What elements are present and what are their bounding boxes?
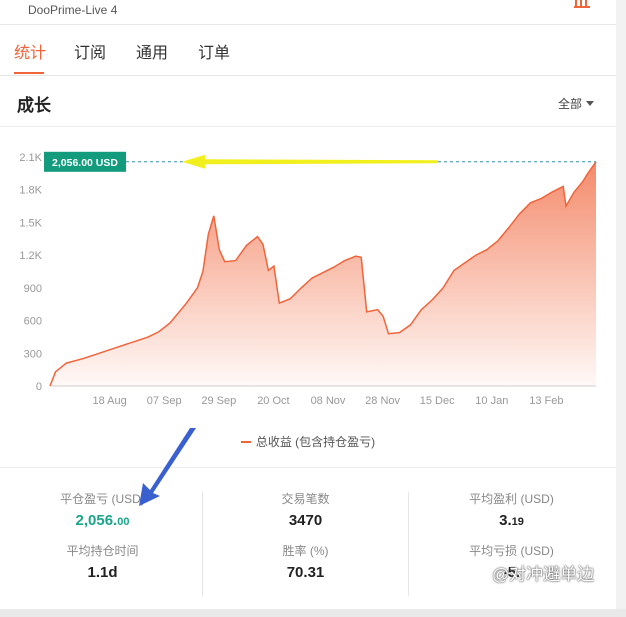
tab-general[interactable]: 通用	[136, 39, 168, 63]
x-tick-label: 07 Sep	[147, 395, 182, 407]
tab-subscription[interactable]: 订阅	[74, 39, 106, 63]
current-value-label: 2,056.00 USD	[52, 157, 118, 169]
menu-icon[interactable]	[574, 0, 592, 8]
chevron-down-icon	[586, 101, 594, 106]
avg-profit-value: 3.19	[499, 512, 524, 529]
bottom-bar	[0, 609, 626, 617]
win-rate-label: 胜率 (%)	[282, 544, 329, 558]
y-tick-label: 2.1K	[19, 152, 42, 164]
y-tick-label: 0	[36, 381, 42, 393]
trades-value: 3470	[288, 512, 323, 529]
y-tick-label: 1.5K	[19, 217, 42, 229]
tab-orders[interactable]: 订单	[198, 39, 230, 63]
y-tick-label: 1.8K	[19, 185, 42, 197]
account-name: DooPrime-Live 4	[28, 3, 118, 17]
x-tick-label: 13 Feb	[529, 395, 563, 407]
app-window: DooPrime-Live 4 统计 订阅 通用 订单 成长 全部 0 300 60…	[0, 0, 616, 617]
x-tick-label: 15 Dec	[420, 395, 455, 407]
watermark: @对冲避单边	[492, 565, 595, 584]
y-tick-label: 1.2K	[19, 250, 42, 262]
growth-chart: 0 300 600 900 1.2K 1.5K 1.8K 2.1K 18 Aug 07 Sep 29…	[0, 127, 616, 468]
y-tick-label: 300	[24, 348, 42, 360]
avg-loss-label: 平均亏损 (USD)	[469, 544, 554, 558]
tab-statistics[interactable]: 统计	[14, 39, 46, 63]
tab-bar: 统计 订阅 通用 订单	[0, 25, 616, 76]
x-tick-label: 10 Jan	[475, 395, 508, 407]
closed-pnl-value: 2,056.00	[75, 512, 130, 529]
legend-swatch	[240, 441, 251, 443]
win-rate-value: 70.31	[286, 564, 325, 581]
range-dropdown[interactable]: 全部	[558, 95, 594, 112]
annotation-arrow-yellow	[182, 154, 438, 169]
avg-hold-time-value: 1.1d	[87, 564, 118, 581]
x-tick-label: 20 Oct	[257, 395, 289, 407]
active-tab-indicator	[14, 72, 44, 74]
top-bar: DooPrime-Live 4	[0, 0, 616, 25]
closed-pnl-label: 平仓盈亏 (USD)	[60, 492, 145, 506]
x-tick-label: 18 Aug	[92, 395, 126, 407]
y-tick-label: 900	[24, 283, 42, 295]
chart-legend: 总收益 (包含持仓盈亏)	[0, 433, 616, 450]
chart-svg: 0 300 600 900 1.2K 1.5K 1.8K 2.1K 18 Aug 07 Sep 29…	[19, 151, 597, 407]
stats-panel: 平仓盈亏 (USD) 2,056.00 平均持仓时间 1.1d 交易笔数 347…	[0, 468, 616, 608]
legend-label: 总收益 (包含持仓盈亏)	[255, 435, 376, 449]
section-title: 成长	[17, 96, 51, 115]
avg-profit-label: 平均盈利 (USD)	[469, 492, 554, 506]
series-area	[50, 161, 596, 386]
x-tick-label: 28 Nov	[365, 395, 400, 407]
y-tick-label: 600	[24, 316, 42, 328]
x-tick-label: 08 Nov	[311, 395, 346, 407]
x-tick-label: 29 Sep	[201, 395, 236, 407]
range-dropdown-label: 全部	[557, 97, 582, 111]
avg-hold-time-label: 平均持仓时间	[66, 544, 139, 558]
growth-section-header: 成长 全部	[0, 76, 616, 127]
trades-label: 交易笔数	[281, 492, 330, 506]
